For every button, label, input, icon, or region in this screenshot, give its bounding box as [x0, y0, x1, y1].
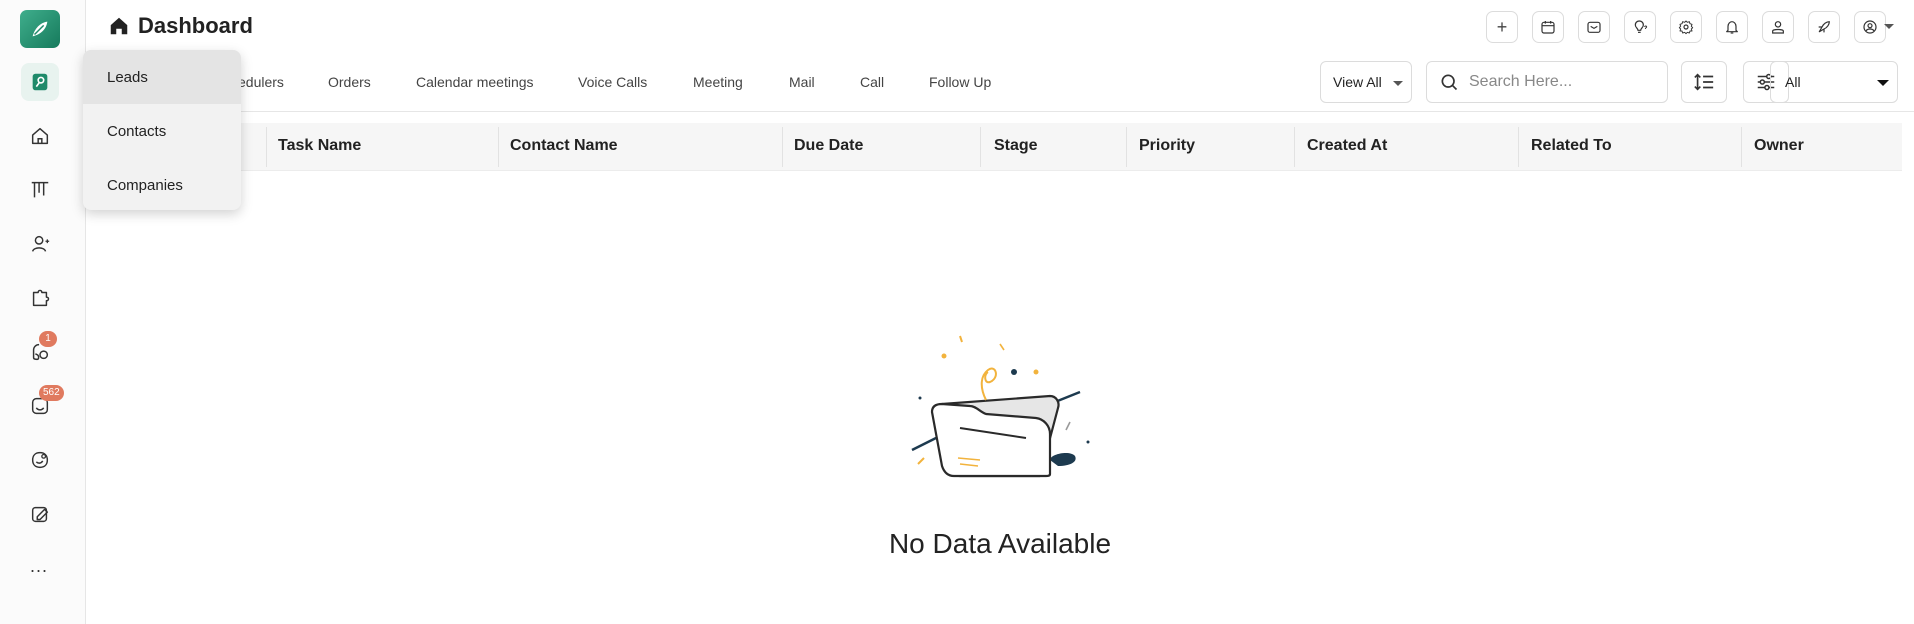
- tab-call[interactable]: Call: [860, 74, 884, 90]
- notifications-button[interactable]: [1716, 11, 1748, 43]
- app-logo[interactable]: [20, 10, 60, 48]
- plus-icon: +: [1496, 17, 1508, 37]
- sidebar-item-contacts[interactable]: [25, 229, 55, 259]
- column-divider: [1741, 127, 1742, 167]
- app-root: 1 562 ... Dashboard + edulers Orders Cal…: [0, 0, 1914, 624]
- view-all-select[interactable]: View All: [1320, 61, 1412, 103]
- column-divider: [498, 127, 499, 167]
- account-icon: [1863, 20, 1877, 34]
- account-caret-icon[interactable]: [1884, 24, 1894, 29]
- column-due-date[interactable]: Due Date: [794, 137, 863, 155]
- kanban-icon: [31, 181, 49, 198]
- bell-icon: [1726, 21, 1738, 34]
- user-icon: [1772, 21, 1784, 34]
- more-menu-button[interactable]: ...: [30, 556, 48, 577]
- calendar-icon: [1541, 21, 1555, 34]
- dropdown-item-companies[interactable]: Companies: [83, 158, 241, 210]
- column-priority[interactable]: Priority: [1139, 137, 1195, 155]
- tab-mail[interactable]: Mail: [789, 74, 815, 90]
- account-button[interactable]: [1854, 11, 1886, 43]
- column-related-to[interactable]: Related To: [1531, 137, 1612, 155]
- sidebar-item-calls[interactable]: 1: [25, 331, 57, 367]
- calendar-button[interactable]: [1532, 11, 1564, 43]
- chat-icon: [31, 451, 49, 469]
- sidebar-item-puzzle[interactable]: [25, 283, 55, 313]
- contacts-icon: [31, 235, 50, 252]
- view-all-label: View All: [1333, 74, 1382, 90]
- sidebar-item-notes[interactable]: [25, 499, 55, 529]
- search-icon: [1441, 74, 1458, 91]
- tab-follow-up[interactable]: Follow Up: [929, 74, 991, 90]
- gear-icon: [1678, 20, 1694, 35]
- empty-state-message: No Data Available: [888, 528, 1112, 559]
- column-task-name[interactable]: Task Name: [278, 137, 361, 155]
- tab-calendar-meetings[interactable]: Calendar meetings: [416, 74, 534, 90]
- sidebar-item-kanban[interactable]: [25, 175, 55, 205]
- sidebar-item-tasks[interactable]: 562: [25, 385, 64, 421]
- quick-create-dropdown: Leads Contacts Companies: [83, 50, 241, 210]
- users-button[interactable]: [1762, 11, 1794, 43]
- chevron-down-icon: [1877, 80, 1889, 86]
- row-height-button[interactable]: [1681, 61, 1727, 103]
- tab-orders[interactable]: Orders: [328, 74, 371, 90]
- tab-voice-calls[interactable]: Voice Calls: [578, 74, 647, 90]
- column-stage[interactable]: Stage: [994, 137, 1038, 155]
- search-box[interactable]: [1426, 61, 1668, 103]
- puzzle-icon: [32, 289, 50, 307]
- column-divider: [1518, 127, 1519, 167]
- sidebar: 1 562 ...: [0, 0, 86, 624]
- column-divider: [782, 127, 783, 167]
- tab-meeting[interactable]: Meeting: [693, 74, 743, 90]
- page-title: Dashboard: [108, 10, 253, 42]
- tasks-badge: 562: [39, 385, 64, 401]
- calls-badge: 1: [39, 331, 57, 347]
- dropdown-item-contacts[interactable]: Contacts: [83, 104, 241, 158]
- sidebar-item-home[interactable]: [25, 121, 55, 151]
- help-button[interactable]: [1624, 11, 1656, 43]
- page-title-text: Dashboard: [138, 13, 253, 38]
- column-divider: [1126, 127, 1127, 167]
- column-owner[interactable]: Owner: [1754, 137, 1804, 155]
- empty-folder-illustration: [911, 335, 1090, 478]
- notes-icon: [31, 506, 49, 523]
- column-created-at[interactable]: Created At: [1307, 137, 1387, 155]
- search-input[interactable]: [1469, 73, 1659, 91]
- chevron-down-icon: [1393, 81, 1403, 86]
- column-contact-name[interactable]: Contact Name: [510, 137, 618, 155]
- leaf-logo-icon: [32, 21, 48, 37]
- column-divider: [266, 127, 267, 167]
- dashboard-icon: [32, 73, 48, 91]
- dropdown-item-leads[interactable]: Leads: [83, 50, 241, 104]
- column-divider: [1294, 127, 1295, 167]
- mail-icon: [1587, 21, 1601, 33]
- mail-button[interactable]: [1578, 11, 1610, 43]
- tab-schedulers[interactable]: edulers: [238, 74, 284, 90]
- owner-filter-label: All: [1785, 74, 1801, 90]
- owner-filter-select[interactable]: All: [1770, 61, 1898, 103]
- home-icon: [31, 127, 49, 145]
- settings-button[interactable]: [1670, 11, 1702, 43]
- column-divider: [980, 127, 981, 167]
- idea-icon: [1634, 20, 1648, 33]
- rocket-icon: [1818, 21, 1830, 33]
- announcements-button[interactable]: [1808, 11, 1840, 43]
- add-button[interactable]: +: [1486, 11, 1518, 43]
- sidebar-item-chat[interactable]: [25, 445, 55, 475]
- sidebar-item-dashboard[interactable]: [21, 63, 59, 101]
- home-filled-icon: [110, 17, 128, 35]
- table-header: Task Name Contact Name Due Date Stage Pr…: [86, 123, 1902, 171]
- line-spacing-icon: [1694, 73, 1714, 91]
